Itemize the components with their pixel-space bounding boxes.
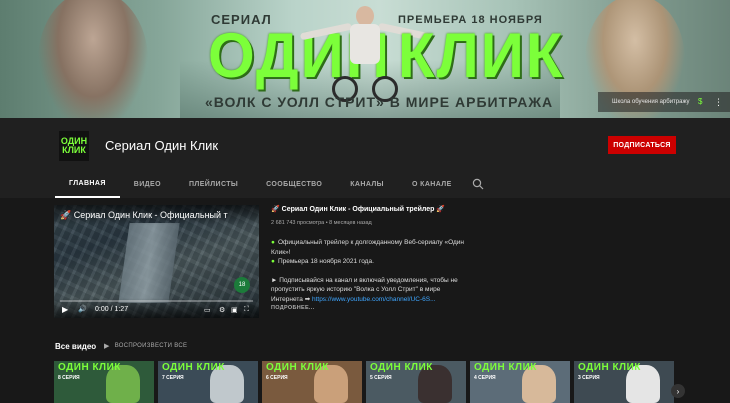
player-progress[interactable] <box>60 300 253 302</box>
tab-videos[interactable]: ВИДЕО <box>120 170 175 198</box>
more-links-icon[interactable]: ⋮ <box>714 97 723 107</box>
featured-meta: 2 681 743 просмотра • 8 месяцев назад <box>271 220 372 226</box>
banner-link-label: Школа обучения арбитражу <box>612 99 690 105</box>
banner-tagline: «ВОЛК С УОЛЛ СТРИТ» В МИРЕ АРБИТРАЖА <box>205 94 554 110</box>
tab-playlists[interactable]: ПЛЕЙЛИСТЫ <box>175 170 252 198</box>
banner-link[interactable]: Школа обучения арбитражу $ ⋮ <box>598 92 730 112</box>
tab-community[interactable]: СООБЩЕСТВО <box>252 170 336 198</box>
player-time: 0:00 / 1:27 <box>95 306 129 313</box>
tab-channels[interactable]: КАНАЛЫ <box>336 170 398 198</box>
thumbnail-logo: ОДИН КЛИК <box>58 362 121 373</box>
play-all-label: ВОСПРОИЗВЕСТИ ВСЕ <box>114 343 188 349</box>
player-title[interactable]: 🚀 Сериал Один Клик - Официальный т <box>60 210 230 221</box>
age-badge: 18 <box>234 277 250 293</box>
featured-video-player[interactable]: 🚀 Сериал Один Клик - Официальный т 18 ▶ … <box>54 205 259 318</box>
thumbnail-logo: ОДИН КЛИК <box>578 362 641 373</box>
video-thumbnail[interactable]: ОДИН КЛИК 6 СЕРИЯ <box>262 361 362 403</box>
thumbnail-episode: 7 СЕРИЯ <box>162 375 184 381</box>
thumbnail-logo: ОДИН КЛИК <box>266 362 329 373</box>
video-thumbnail[interactable]: ОДИН КЛИК 8 СЕРИЯ <box>54 361 154 403</box>
featured-title[interactable]: 🚀 Сериал Один Клик - Официальный трейлер… <box>271 205 445 213</box>
channel-header: ОДИН КЛИК Сериал Один Клик ПОДПИСАТЬСЯ Г… <box>0 118 730 198</box>
green-circle-icon: ● <box>271 239 275 246</box>
thumbnail-episode: 4 СЕРИЯ <box>474 375 496 381</box>
subtitles-icon[interactable]: ▭ <box>204 306 211 314</box>
desc-line-2: Премьера 18 ноября 2021 года. <box>277 258 374 265</box>
school-icon: $ <box>698 97 703 106</box>
subscribe-button[interactable]: ПОДПИСАТЬСЯ <box>608 136 676 154</box>
search-icon[interactable] <box>472 178 484 190</box>
play-all-button[interactable]: ▶ ВОСПРОИЗВЕСТИ ВСЕ <box>104 342 187 350</box>
chevron-right-icon[interactable]: › <box>671 384 685 398</box>
channel-tabs: ГЛАВНАЯ ВИДЕО ПЛЕЙЛИСТЫ СООБЩЕСТВО КАНАЛ… <box>55 170 466 198</box>
thumbnail-logo: ОДИН КЛИК <box>474 362 537 373</box>
thumbnail-episode: 8 СЕРИЯ <box>58 375 80 381</box>
banner-cyclist <box>299 6 431 106</box>
channel-banner: СЕРИАЛ ПРЕМЬЕРА 18 НОЯБРЯ ОДИН КЛИК «ВОЛ… <box>0 0 730 118</box>
green-circle-icon: ● <box>271 258 275 265</box>
section-title: Все видео <box>55 342 97 351</box>
tab-home[interactable]: ГЛАВНАЯ <box>55 170 120 198</box>
avatar[interactable]: ОДИН КЛИК <box>59 131 89 161</box>
video-thumbnail[interactable]: ОДИН КЛИК 3 СЕРИЯ <box>574 361 674 403</box>
video-thumbnail[interactable]: ОДИН КЛИК 4 СЕРИЯ <box>470 361 570 403</box>
video-thumbnail[interactable]: ОДИН КЛИК 7 СЕРИЯ <box>158 361 258 403</box>
desc-line-1: Официальный трейлер к долгожданному Веб-… <box>271 239 464 256</box>
fullscreen-icon[interactable]: ⛶ <box>244 306 249 314</box>
thumbnail-logo: ОДИН КЛИК <box>162 362 225 373</box>
thumbnail-logo: ОДИН КЛИК <box>370 362 433 373</box>
video-shelf: ОДИН КЛИК 8 СЕРИЯ ОДИН КЛИК 7 СЕРИЯ ОДИН… <box>54 361 674 403</box>
desc-link[interactable]: https://www.youtube.com/channel/UC-6S... <box>312 296 436 303</box>
avatar-line-2: КЛИК <box>62 145 86 155</box>
thumbnail-episode: 3 СЕРИЯ <box>578 375 600 381</box>
banner-person-left <box>38 0 148 118</box>
play-icon[interactable]: ▶ <box>62 305 68 314</box>
channel-name: Сериал Один Клик <box>105 138 219 153</box>
featured-description: ● Официальный трейлер к долгожданному Веб… <box>271 238 471 313</box>
more-link[interactable]: ПОДРОБНЕЕ... <box>271 305 314 311</box>
volume-icon[interactable]: 🔊 <box>78 305 87 313</box>
settings-icon[interactable]: ⚙ <box>219 306 225 314</box>
banner-title-word-2: КЛИК <box>398 20 565 91</box>
thumbnail-episode: 5 СЕРИЯ <box>370 375 392 381</box>
miniplayer-icon[interactable]: ▣ <box>231 306 238 314</box>
video-thumbnail[interactable]: ОДИН КЛИК 5 СЕРИЯ <box>366 361 466 403</box>
play-all-icon: ▶ <box>104 343 110 350</box>
thumbnail-episode: 6 СЕРИЯ <box>266 375 288 381</box>
tab-about[interactable]: О КАНАЛЕ <box>398 170 466 198</box>
